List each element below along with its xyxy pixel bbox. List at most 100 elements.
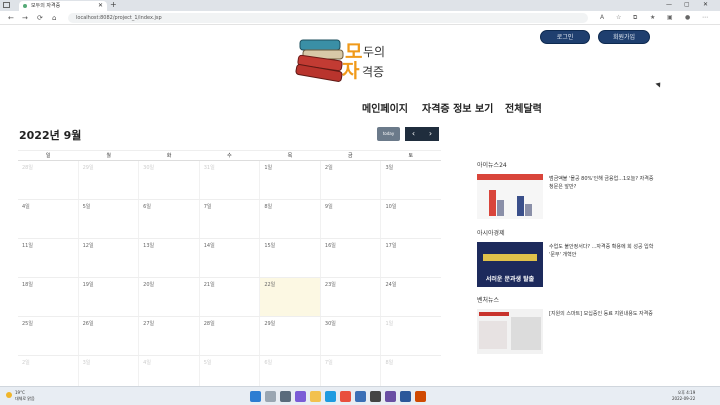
calendar-day-cell[interactable]: 31일 — [198, 161, 260, 199]
calendar-day-cell[interactable]: 15일 — [259, 239, 320, 277]
brand-du: 두의 — [363, 45, 386, 59]
edge-icon[interactable] — [325, 391, 336, 402]
weekday-header: 일 월 화 수 목 금 토 — [18, 150, 441, 161]
calendar-day-label: 26일 — [82, 321, 94, 327]
calendar-day-cell[interactable]: 11일 — [18, 239, 78, 277]
start-icon[interactable] — [250, 391, 261, 402]
favicon-icon — [23, 4, 27, 8]
calendar-day-cell[interactable]: 3일 — [380, 161, 441, 199]
calendar-day-label: 5일 — [82, 204, 91, 210]
calendar-day-cell[interactable]: 17일 — [380, 239, 441, 277]
calendar-day-cell[interactable]: 5일 — [77, 200, 139, 238]
calendar-day-cell[interactable]: 18일 — [18, 278, 78, 316]
news-thumbnail[interactable]: 서러운 문과생 탈출 — [477, 242, 543, 287]
news-category: 아이뉴스24 — [477, 162, 507, 169]
next-month-button[interactable]: › — [422, 127, 439, 141]
calendar-day-label: 29일 — [264, 321, 276, 327]
read-aloud-icon[interactable]: A — [600, 13, 604, 23]
calendar-day-cell[interactable]: 6일 — [138, 200, 199, 238]
calendar-day-cell[interactable]: 9일 — [319, 200, 381, 238]
task-view-icon[interactable] — [280, 391, 291, 402]
new-tab-button[interactable]: + — [110, 0, 117, 10]
calendar-day-cell[interactable]: 14일 — [198, 239, 260, 277]
menu-main[interactable]: 메인페이지 — [362, 100, 408, 115]
reload-button[interactable]: ⟳ — [37, 13, 43, 23]
menu-full-calendar[interactable]: 전체달력 — [505, 100, 542, 115]
calendar-day-cell[interactable]: 28일 — [198, 317, 260, 355]
extensions-icon[interactable]: ⧉ — [633, 13, 637, 23]
window-menu-icon[interactable] — [3, 2, 10, 8]
news-thumbnail[interactable] — [477, 309, 543, 354]
word-icon[interactable] — [400, 391, 411, 402]
login-button[interactable]: 로그인 — [540, 30, 590, 44]
menu-certificate-info[interactable]: 자격증 정보 보기 — [422, 100, 493, 115]
calendar-day-label: 15일 — [264, 243, 276, 249]
close-tab-icon[interactable]: ✕ — [98, 1, 103, 11]
calendar-day-cell[interactable]: 29일 — [77, 161, 139, 199]
forward-button[interactable]: → — [22, 13, 28, 23]
search-icon[interactable] — [265, 391, 276, 402]
close-window-button[interactable]: ✕ — [703, 0, 708, 10]
calendar-day-cell[interactable]: 26일 — [77, 317, 139, 355]
calendar-day-cell[interactable]: 1일 — [259, 161, 320, 199]
url-field[interactable]: localhost:8082/project_1/index.jsp — [68, 13, 588, 23]
maximize-button[interactable]: ▢ — [684, 0, 690, 10]
calendar-day-label: 11일 — [22, 243, 33, 249]
signup-button[interactable]: 회원가입 — [598, 30, 650, 44]
calendar-day-cell[interactable]: 20일 — [138, 278, 199, 316]
chrome-icon[interactable] — [340, 391, 351, 402]
news-headline[interactable]: [지원의 스마트] 모십증인 등료 지원내용도 자격증 — [549, 310, 655, 318]
calendar-day-cell[interactable]: 30일 — [319, 317, 381, 355]
sun-icon — [6, 392, 12, 398]
calendar-day-cell[interactable]: 4일 — [18, 200, 78, 238]
calendar-day-label: 12일 — [82, 243, 94, 249]
calendar-day-cell[interactable]: 7일 — [198, 200, 260, 238]
calendar-day-cell[interactable]: 21일 — [198, 278, 260, 316]
collections-icon[interactable]: ▣ — [667, 13, 673, 23]
star-icon[interactable]: ☆ — [616, 13, 621, 23]
favorites-icon[interactable]: ★ — [650, 13, 655, 23]
profile-icon[interactable]: ● — [685, 13, 690, 23]
today-button[interactable]: today — [377, 127, 400, 141]
calendar-day-cell[interactable]: 16일 — [319, 239, 381, 277]
calendar-day-label: 30일 — [324, 321, 336, 327]
calendar-day-cell[interactable]: 22일 — [259, 278, 320, 316]
calendar-day-cell[interactable]: 27일 — [138, 317, 199, 355]
news-thumbnail[interactable] — [477, 174, 543, 219]
github-icon[interactable] — [370, 391, 381, 402]
powerpoint-icon[interactable] — [415, 391, 426, 402]
weather-widget[interactable]: 19°C 대체로 맑음 — [6, 390, 35, 402]
prev-month-button[interactable]: ‹ — [405, 127, 422, 141]
calendar-day-cell[interactable]: 13일 — [138, 239, 199, 277]
calendar-day-cell[interactable]: 29일 — [259, 317, 320, 355]
minimize-button[interactable]: — — [666, 0, 672, 10]
taskbar: 19°C 대체로 맑음 오후 4:19 2022-09-22 — [0, 386, 720, 405]
calendar-day-cell[interactable]: 2일 — [319, 161, 381, 199]
calendar-day-cell[interactable]: 24일 — [380, 278, 441, 316]
calendar-day-cell[interactable]: 12일 — [77, 239, 139, 277]
calendar-day-cell[interactable]: 8일 — [259, 200, 320, 238]
calendar-day-cell[interactable]: 25일 — [18, 317, 78, 355]
browser-tab[interactable]: 모두의 자격증 ✕ — [19, 1, 107, 11]
more-menu-icon[interactable]: ⋯ — [702, 13, 708, 23]
news-category: 아시아경제 — [477, 230, 505, 237]
teams-icon[interactable] — [295, 391, 306, 402]
calendar-day-cell[interactable]: 23일 — [319, 278, 381, 316]
news-headline[interactable]: 범금액불 '몰공 80%'인해 금융업...1오늘? 자격증 청문은 앞만? — [549, 175, 655, 191]
clock[interactable]: 오후 4:19 2022-09-22 — [672, 390, 695, 402]
calendar-day-cell[interactable]: 30일 — [138, 161, 199, 199]
store-icon[interactable] — [355, 391, 366, 402]
calendar-day-label: 24일 — [385, 282, 397, 288]
calendar-day-cell[interactable]: 19일 — [77, 278, 139, 316]
back-button[interactable]: ← — [8, 13, 14, 23]
calendar-day-label: 2일 — [324, 165, 333, 171]
home-button[interactable]: ⌂ — [52, 13, 56, 23]
file-explorer-icon[interactable] — [310, 391, 321, 402]
calendar-day-cell[interactable]: 1일 — [380, 317, 441, 355]
calendar-day-cell[interactable]: 28일 — [18, 161, 78, 199]
news-headline[interactable]: 수업도 불안정서다? ...자격증 확용에 희 성공 입학 '문부' 개혁안 — [549, 243, 655, 259]
calendar-day-cell[interactable]: 10일 — [380, 200, 441, 238]
calendar-day-label: 6일 — [143, 204, 151, 210]
eclipse-icon[interactable] — [385, 391, 396, 402]
calendar-day-label: 13일 — [143, 243, 155, 249]
